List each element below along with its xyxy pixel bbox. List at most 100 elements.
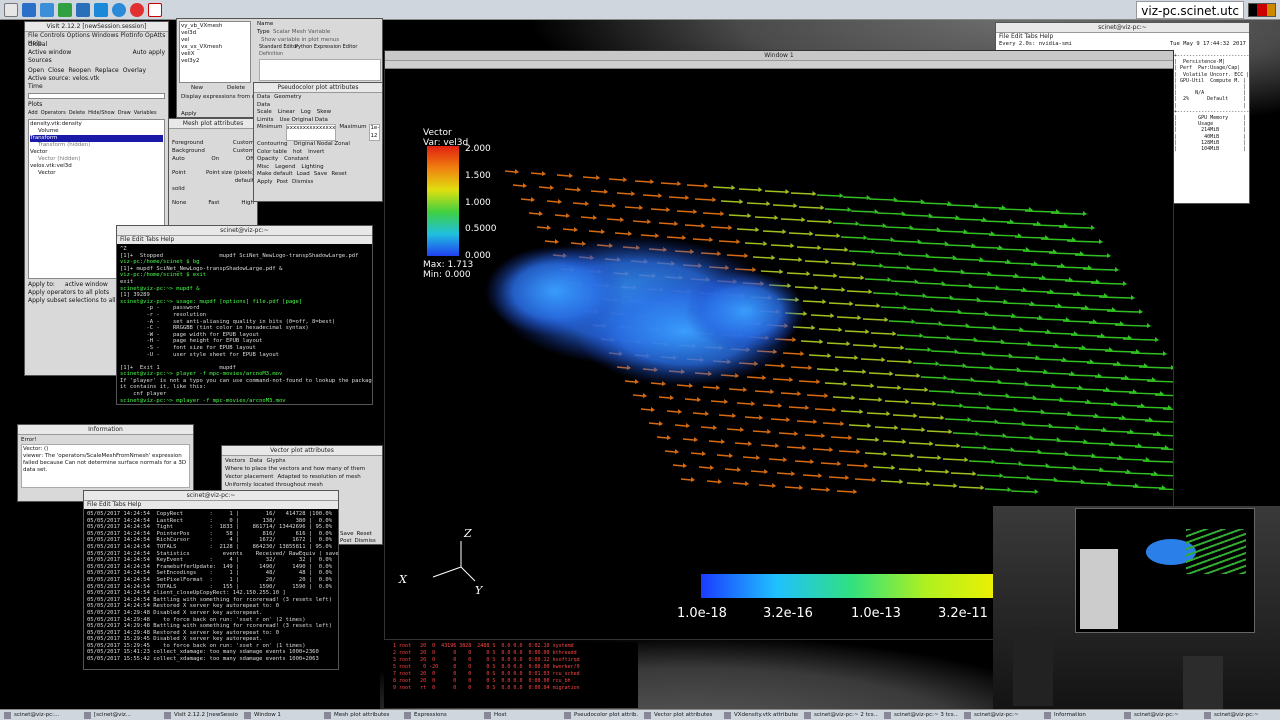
auto-radio[interactable]: Auto (172, 155, 185, 163)
save-button[interactable]: Save (314, 171, 328, 179)
info-icon[interactable] (112, 3, 126, 17)
draw-button[interactable]: Draw (118, 109, 131, 117)
monitor-icon[interactable] (76, 3, 90, 17)
taskbar-item[interactable]: VXdensity.vtk attributes (722, 711, 798, 720)
close-button[interactable]: Close (48, 67, 64, 75)
auto-apply-checkbox[interactable]: Auto apply (133, 49, 165, 57)
taskbar-item[interactable]: scinet@viz-pc:~ (1122, 711, 1198, 720)
windows-logo-icon[interactable] (94, 3, 108, 17)
time-slider[interactable] (28, 93, 165, 99)
make-default-button[interactable]: Make default (257, 171, 293, 179)
minimum-field[interactable]: xxxxxxxxxxxxxxx (285, 124, 337, 141)
uniform-radio[interactable]: Uniformly located throughout mesh (225, 481, 379, 489)
tab-data[interactable]: Data (257, 94, 270, 102)
dismiss-button[interactable]: Dismiss (355, 537, 376, 544)
standard-editor-tab[interactable]: Standard Editor (259, 44, 298, 50)
taskbar-item[interactable]: scinet@viz-pc:~ 3 tcs... (882, 711, 958, 720)
terminal-window-1[interactable]: scinet@viz-pc:~ File Edit Tabs Help ^Z [1… (116, 225, 373, 405)
solid-select[interactable]: solid (172, 185, 254, 193)
post-button[interactable]: Post (277, 179, 289, 187)
post-button[interactable]: Post (340, 537, 352, 544)
apply-button[interactable]: Apply (257, 179, 273, 187)
none-radio[interactable]: None (172, 199, 186, 207)
taskbar-item[interactable]: scinet@viz-pc:~ (962, 711, 1038, 720)
refresh-icon[interactable] (58, 3, 72, 17)
expression-item[interactable]: vel3d (181, 30, 249, 37)
overlay-button[interactable]: Overlay (123, 67, 146, 75)
placement-select[interactable]: Adapted to resolution of mesh (277, 473, 360, 481)
open-button[interactable]: Open (28, 67, 44, 75)
type-value[interactable]: Scalar Mesh Variable (273, 29, 330, 35)
file-icon[interactable] (4, 3, 18, 17)
variables-button[interactable]: Variables (134, 109, 157, 117)
on-radio[interactable]: On (211, 155, 219, 163)
tab-vectors[interactable]: Vectors (225, 457, 245, 465)
plot-list-item-selected[interactable]: Transform (30, 135, 163, 142)
top-process-terminal[interactable]: 1 root 20 0 43196 3828 2488 S 0.0 0.0 0:… (384, 642, 638, 708)
legend-checkbox[interactable]: Legend (275, 164, 295, 172)
replace-button[interactable]: Replace (95, 67, 119, 75)
plot-list-item[interactable]: Vector (30, 170, 163, 177)
opacity-select[interactable]: Constant (284, 156, 309, 164)
lighting-checkbox[interactable]: Lighting (301, 164, 323, 172)
python-editor-tab[interactable]: Python Expression Editor (295, 44, 357, 50)
maximize-icon[interactable] (22, 3, 36, 17)
dismiss-button[interactable]: Dismiss (292, 179, 313, 187)
taskbar-item[interactable]: Host (482, 711, 558, 720)
linear-radio[interactable]: Linear (278, 109, 295, 117)
taskbar-item[interactable]: Mesh plot attributes (322, 711, 398, 720)
background-custom[interactable]: Custom (233, 147, 254, 155)
new-expression-button[interactable]: New (191, 85, 203, 91)
taskbar-item[interactable]: scinet@viz-pc:... (2, 711, 78, 720)
pdf-icon[interactable] (148, 3, 162, 17)
foreground-custom[interactable]: Custom (233, 139, 254, 147)
limits-select[interactable]: Use Original Data (280, 117, 328, 125)
apply-button[interactable]: Apply (181, 111, 197, 117)
fast-radio[interactable]: Fast (208, 199, 219, 207)
menu-bar[interactable]: File Controls Options Windows PlotInfo O… (25, 32, 168, 47)
terminal-output[interactable]: ^Z [1]+ Stopped mupdf SciNet_NewLogo-tran… (117, 244, 372, 404)
plot-list-item[interactable]: density.vtk:density (30, 121, 163, 128)
reopen-button[interactable]: Reopen (68, 67, 91, 75)
taskbar-item[interactable]: scinet@viz-pc:~ 2 tcs... (802, 711, 878, 720)
point-select[interactable]: Point (172, 169, 186, 177)
load-button[interactable]: Load (297, 171, 310, 179)
hide-show-button[interactable]: Hide/Show (88, 109, 115, 117)
definition-field[interactable] (259, 59, 381, 81)
reset-button[interactable]: Reset (331, 171, 346, 179)
taskbar-item[interactable]: Vector plot attributes (642, 711, 718, 720)
menu-bar[interactable]: File Edit Tabs Help (996, 33, 1249, 41)
log-radio[interactable]: Log (301, 109, 311, 117)
apply-to-select[interactable]: active window (65, 281, 108, 289)
expression-item[interactable]: vel3y2 (181, 58, 249, 65)
tab-glyphs[interactable]: Glyphs (267, 457, 286, 465)
menu-bar[interactable]: File Edit Tabs Help (84, 501, 338, 509)
taskbar-item[interactable]: Window 1 (242, 711, 318, 720)
taskbar-item[interactable]: Pseudocolor plot attrib... (562, 711, 638, 720)
expression-item[interactable]: vel (181, 37, 249, 44)
plot-list-item[interactable]: Vector (hidden) (30, 156, 163, 163)
skew-radio[interactable]: Skew (317, 109, 331, 117)
invert-checkbox[interactable]: Invert (308, 149, 324, 157)
taskbar-item[interactable]: [scinet@viz... (82, 711, 158, 720)
add-plot-button[interactable]: Add (28, 109, 38, 117)
delete-expression-button[interactable]: Delete (227, 85, 245, 91)
color-table-button[interactable]: hot (293, 149, 302, 157)
expression-item[interactable]: veliX (181, 51, 249, 58)
taskbar-item[interactable]: scinet@viz-pc:~ (1202, 711, 1278, 720)
plot-list-item[interactable]: Transform (hidden) (30, 142, 163, 149)
plot-list-item[interactable]: Volume (30, 128, 163, 135)
terminal-window-2[interactable]: scinet@viz-pc:~ File Edit Tabs Help 05/0… (83, 490, 339, 670)
delete-plot-button[interactable]: Delete (69, 109, 85, 117)
terminal-output[interactable]: 05/05/2017 14:24:54 CopyRect : 1 | 16/ 4… (84, 509, 338, 665)
plot-list-item[interactable]: Vector (30, 149, 163, 156)
plot-list-item[interactable]: velos.vtk:vel3d (30, 163, 163, 170)
close-icon[interactable] (130, 3, 144, 17)
expression-list[interactable]: vy_vb_VXmesh vel3d vel vx_vx_VXmesh veli… (179, 21, 251, 83)
expression-item[interactable]: vx_vx_VXmesh (181, 44, 249, 51)
tab-geometry[interactable]: Geometry (274, 94, 301, 102)
show-variable-checkbox[interactable]: Show variable in plot menus (261, 37, 339, 43)
menu-bar[interactable]: File Edit Tabs Help (117, 236, 372, 244)
tab-data[interactable]: Data (249, 457, 262, 465)
maximum-field[interactable]: 1e-12 (369, 124, 381, 141)
